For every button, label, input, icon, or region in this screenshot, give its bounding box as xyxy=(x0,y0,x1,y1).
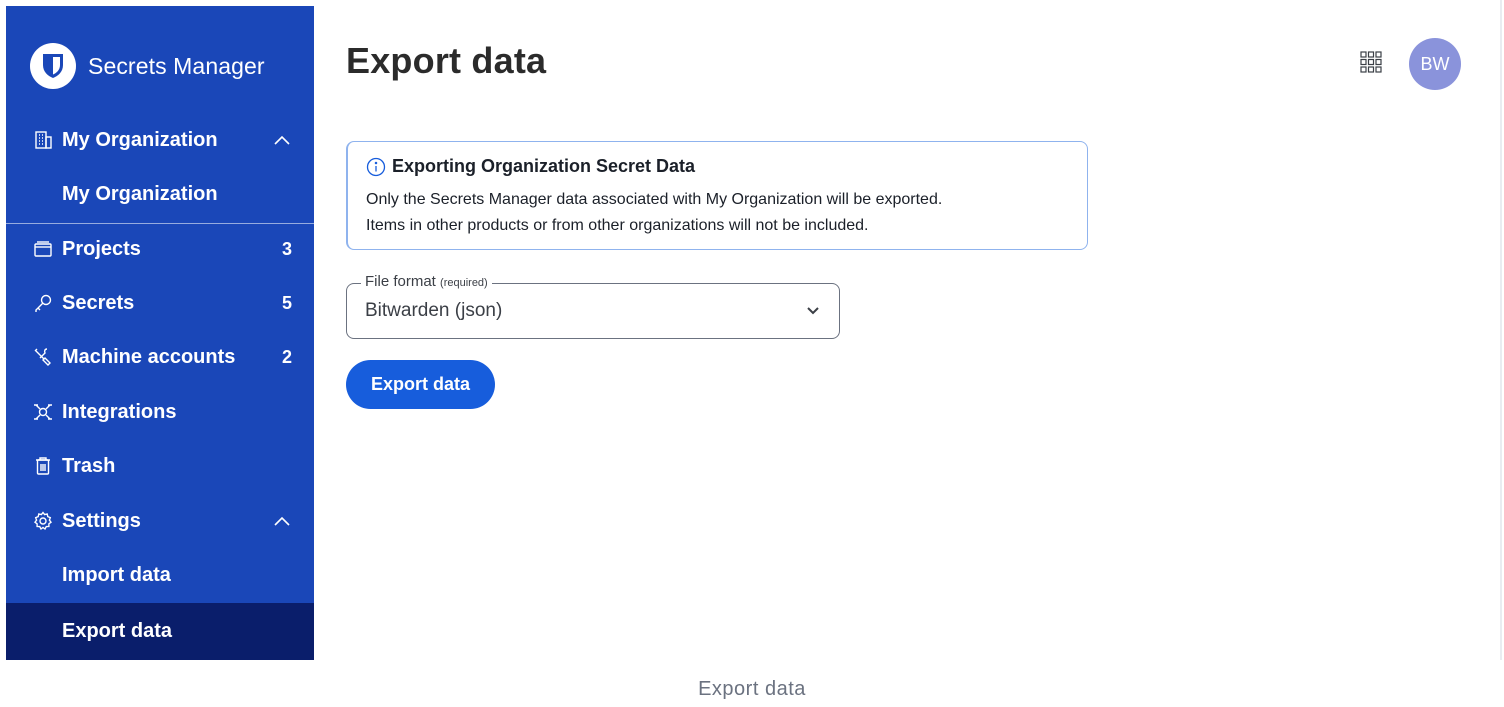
sidebar-item-label: Export data xyxy=(62,620,173,642)
bitwarden-shield-icon xyxy=(30,43,76,89)
sidebar-item-machine-accounts[interactable]: Machine accounts 2 xyxy=(6,330,314,384)
sidebar-item-my-organization-sub[interactable]: My Organization xyxy=(6,167,314,221)
sidebar-item-label: My Organization xyxy=(62,182,218,205)
sidebar-item-label: Trash xyxy=(62,454,116,477)
wrench-icon xyxy=(32,346,54,368)
product-switcher-icon[interactable] xyxy=(1360,51,1382,73)
sidebar-item-secrets[interactable]: Secrets 5 xyxy=(6,276,314,330)
sidebar-item-label: Secrets xyxy=(62,291,135,314)
integrations-icon xyxy=(32,401,54,423)
sidebar-item-label: Settings xyxy=(62,509,141,532)
projects-icon xyxy=(32,238,54,260)
sidebar-item-label: My Organization xyxy=(62,128,218,151)
gear-icon xyxy=(32,510,54,532)
chevron-up-icon[interactable] xyxy=(272,130,292,150)
sidebar-item-projects[interactable]: Projects 3 xyxy=(6,222,314,276)
count-badge: 2 xyxy=(281,346,292,367)
sidebar-item-label: Machine accounts xyxy=(62,345,236,368)
page-title: Export data xyxy=(346,40,547,81)
chevron-down-icon[interactable] xyxy=(805,302,821,318)
brand[interactable]: Secrets Manager xyxy=(30,43,265,89)
sidebar-item-integrations[interactable]: Integrations xyxy=(6,385,314,439)
trash-icon xyxy=(32,455,54,477)
avatar[interactable]: BW xyxy=(1409,38,1461,90)
required-indicator: (required) xyxy=(440,277,488,289)
callout-title: Exporting Organization Secret Data xyxy=(392,156,696,176)
field-label-text: File format xyxy=(365,273,436,290)
sidebar-item-my-organization[interactable]: My Organization xyxy=(6,113,314,167)
file-format-select[interactable]: File format (required) Bitwarden (json) xyxy=(346,273,840,339)
file-format-value: Bitwarden (json) xyxy=(365,300,503,321)
info-callout: Exporting Organization Secret Data Only … xyxy=(346,141,1088,250)
file-format-label: File format (required) xyxy=(361,273,492,290)
info-icon xyxy=(366,157,386,177)
sidebar-item-label: Projects xyxy=(62,237,141,260)
count-badge: 5 xyxy=(281,292,292,313)
count-badge: 3 xyxy=(281,238,292,259)
sidebar-item-label: Integrations xyxy=(62,400,177,423)
sidebar-item-import-data[interactable]: Import data xyxy=(6,548,314,602)
avatar-initials: BW xyxy=(1420,53,1450,74)
callout-line: Only the Secrets Manager data associated… xyxy=(366,191,943,208)
building-icon xyxy=(32,129,54,151)
chevron-up-icon[interactable] xyxy=(272,511,292,531)
sidebar-item-label: Import data xyxy=(62,563,171,586)
callout-header: Exporting Organization Secret Data xyxy=(366,156,1069,177)
callout-body: Only the Secrets Manager data associated… xyxy=(366,187,1069,239)
sidebar-item-export-data[interactable]: Export data xyxy=(6,603,314,660)
export-data-button[interactable]: Export data xyxy=(346,360,495,409)
sidebar: Secrets Manager My Organization My Organ… xyxy=(6,6,314,660)
callout-line: Items in other products or from other or… xyxy=(366,217,869,234)
page-caption: Export data xyxy=(698,678,806,700)
sidebar-item-settings[interactable]: Settings xyxy=(6,494,314,548)
brand-name: Secrets Manager xyxy=(88,52,265,79)
sidebar-item-trash[interactable]: Trash xyxy=(6,439,314,493)
key-icon xyxy=(32,292,54,314)
page-edge-border xyxy=(1500,0,1502,660)
